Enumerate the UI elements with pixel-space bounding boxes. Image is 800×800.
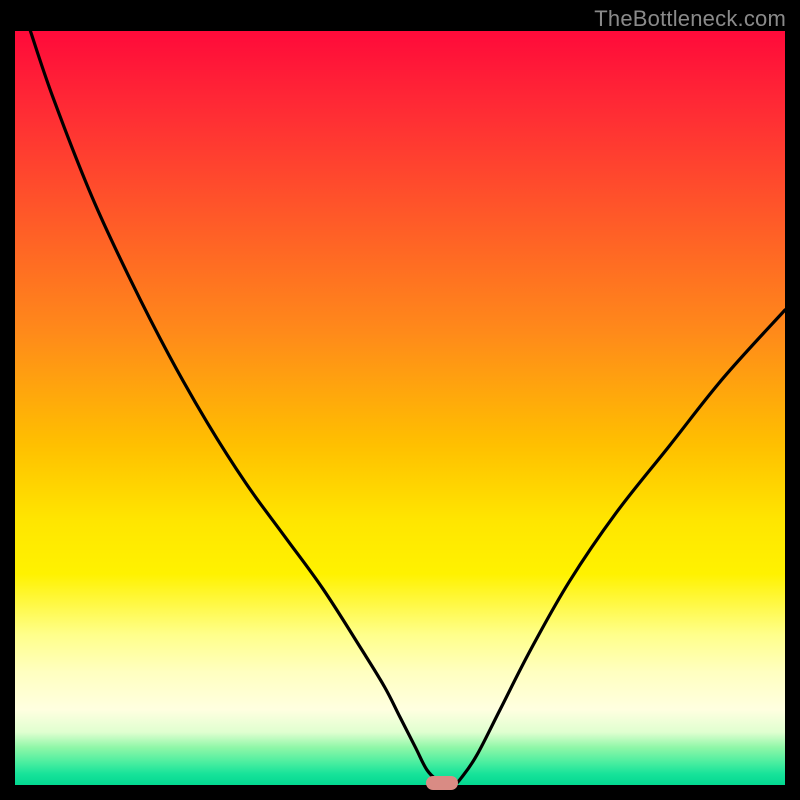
optimal-marker xyxy=(426,776,458,790)
curve-path xyxy=(30,31,785,785)
bottleneck-curve xyxy=(15,31,785,785)
attribution-text: TheBottleneck.com xyxy=(594,6,786,32)
